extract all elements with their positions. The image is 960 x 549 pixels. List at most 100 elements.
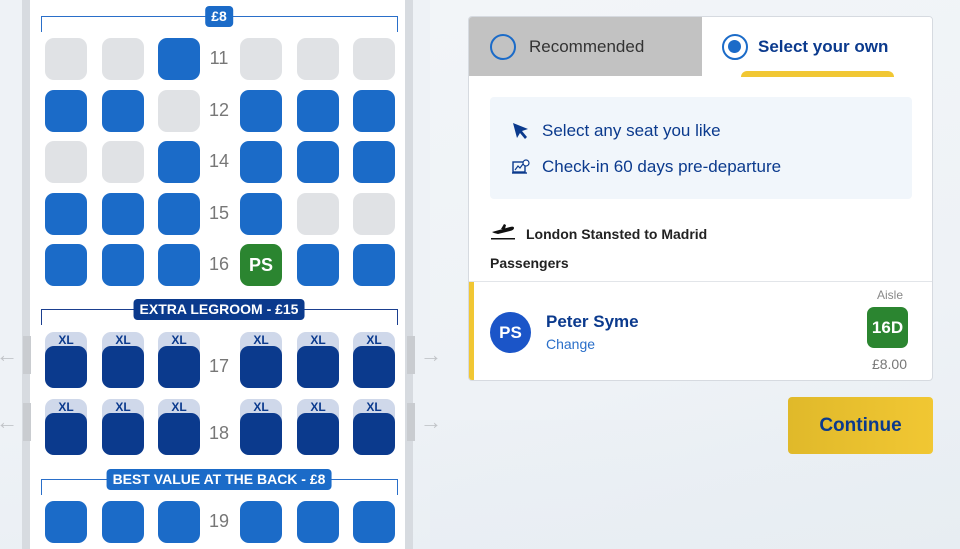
row-number: 11 (209, 48, 229, 68)
tab-recommended-label: Recommended (529, 36, 645, 56)
xl-tag: XL (171, 400, 187, 414)
xl-tag: XL (58, 333, 74, 347)
seat-11B (102, 38, 144, 80)
seat-18E[interactable]: XL (297, 399, 339, 455)
passenger-row[interactable]: PS Peter Syme Change Aisle 16D £8.00 (469, 281, 932, 380)
seat-11A (45, 38, 87, 80)
info-line-select-seat: Select any seat you like (510, 121, 721, 141)
selected-seat-badge: 16D (867, 307, 908, 348)
row-number: 18 (208, 423, 230, 443)
seat-17F[interactable]: XL (353, 332, 395, 388)
seat-16D[interactable]: PS (240, 244, 282, 286)
seat-12E[interactable] (297, 90, 339, 132)
checkin-icon (510, 159, 532, 175)
seat-16E[interactable] (297, 244, 339, 286)
info-line-checkin: Check-in 60 days pre-departure (510, 157, 781, 177)
exit-door-right (407, 403, 415, 441)
seat-11D (240, 38, 282, 80)
plane-takeoff-icon (490, 223, 516, 244)
seat-price: £8.00 (871, 356, 907, 372)
xl-seat-body (102, 413, 144, 455)
seat-14B (102, 141, 144, 183)
seat-16C[interactable] (158, 244, 200, 286)
active-tab-indicator (741, 71, 894, 77)
exit-arrow-left-icon: ← (0, 342, 18, 367)
xl-tag: XL (253, 333, 269, 347)
avatar: PS (490, 312, 531, 353)
seat-17E[interactable]: XL (297, 332, 339, 388)
xl-seat-body (353, 413, 395, 455)
seat-14F[interactable] (353, 141, 395, 183)
exit-door-right (407, 336, 415, 374)
seat-16F[interactable] (353, 244, 395, 286)
route-text: London Stansted to Madrid (526, 225, 708, 242)
seat-19C[interactable] (158, 501, 200, 543)
cursor-icon (510, 122, 532, 140)
seat-12B[interactable] (102, 90, 144, 132)
seat-17B[interactable]: XL (102, 332, 144, 388)
exit-arrow-right-icon: → (420, 409, 442, 434)
seat-18A[interactable]: XL (45, 399, 87, 455)
tab-select-your-own[interactable]: Select your own (702, 17, 932, 76)
row-number: 19 (208, 511, 230, 531)
xl-tag: XL (310, 400, 326, 414)
seat-17C[interactable]: XL (158, 332, 200, 388)
seat-17D[interactable]: XL (240, 332, 282, 388)
seat-15C[interactable] (158, 193, 200, 235)
seat-11E (297, 38, 339, 80)
seat-15D[interactable] (240, 193, 282, 235)
radio-recommended[interactable] (490, 33, 516, 60)
seat-19F[interactable] (353, 501, 395, 543)
seat-16B[interactable] (102, 244, 144, 286)
radio-select-your-own[interactable] (722, 33, 748, 60)
xl-seat-body (45, 413, 87, 455)
info-box: Select any seat you like Check-in 60 day… (490, 97, 912, 199)
seat-19A[interactable] (45, 501, 87, 543)
active-passenger-indicator (469, 282, 474, 380)
xl-seat-body (353, 346, 395, 388)
continue-button[interactable]: Continue (788, 397, 933, 454)
xl-seat-body (158, 346, 200, 388)
xl-tag: XL (58, 400, 74, 414)
tab-recommended[interactable]: Recommended (469, 17, 702, 76)
xl-tag: XL (115, 333, 131, 347)
seat-18C[interactable]: XL (158, 399, 200, 455)
seat-18B[interactable]: XL (102, 399, 144, 455)
seat-12C (158, 90, 200, 132)
seat-16A[interactable] (45, 244, 87, 286)
seat-19E[interactable] (297, 501, 339, 543)
row-number: 17 (208, 356, 230, 376)
seat-18F[interactable]: XL (353, 399, 395, 455)
seat-15A[interactable] (45, 193, 87, 235)
info-text: Select any seat you like (542, 121, 721, 140)
seat-14D[interactable] (240, 141, 282, 183)
xl-seat-body (297, 346, 339, 388)
seat-12A[interactable] (45, 90, 87, 132)
exit-arrow-left-icon: ← (0, 409, 18, 434)
seat-18D[interactable]: XL (240, 399, 282, 455)
zone-label: BEST VALUE AT THE BACK - £8 (106, 469, 332, 490)
seat-17A[interactable]: XL (45, 332, 87, 388)
row-number: 12 (208, 100, 230, 120)
seat-14C[interactable] (158, 141, 200, 183)
xl-seat-body (158, 413, 200, 455)
seat-19D[interactable] (240, 501, 282, 543)
seat-15B[interactable] (102, 193, 144, 235)
xl-tag: XL (253, 400, 269, 414)
seat-14E[interactable] (297, 141, 339, 183)
seat-12F[interactable] (353, 90, 395, 132)
seat-11C[interactable] (158, 38, 200, 80)
zone-label: £8 (205, 6, 233, 27)
seat-15E (297, 193, 339, 235)
row-number: 14 (208, 151, 230, 171)
change-passenger-link[interactable]: Change (546, 336, 595, 352)
tab-select-your-own-label: Select your own (758, 36, 889, 56)
seat-11F (353, 38, 395, 80)
flight-route: London Stansted to Madrid (490, 223, 707, 244)
row-number: 15 (208, 203, 230, 223)
xl-tag: XL (171, 333, 187, 347)
passenger-name: Peter Syme (546, 312, 639, 331)
info-text: Check-in 60 days pre-departure (542, 157, 782, 176)
seat-19B[interactable] (102, 501, 144, 543)
seat-12D[interactable] (240, 90, 282, 132)
